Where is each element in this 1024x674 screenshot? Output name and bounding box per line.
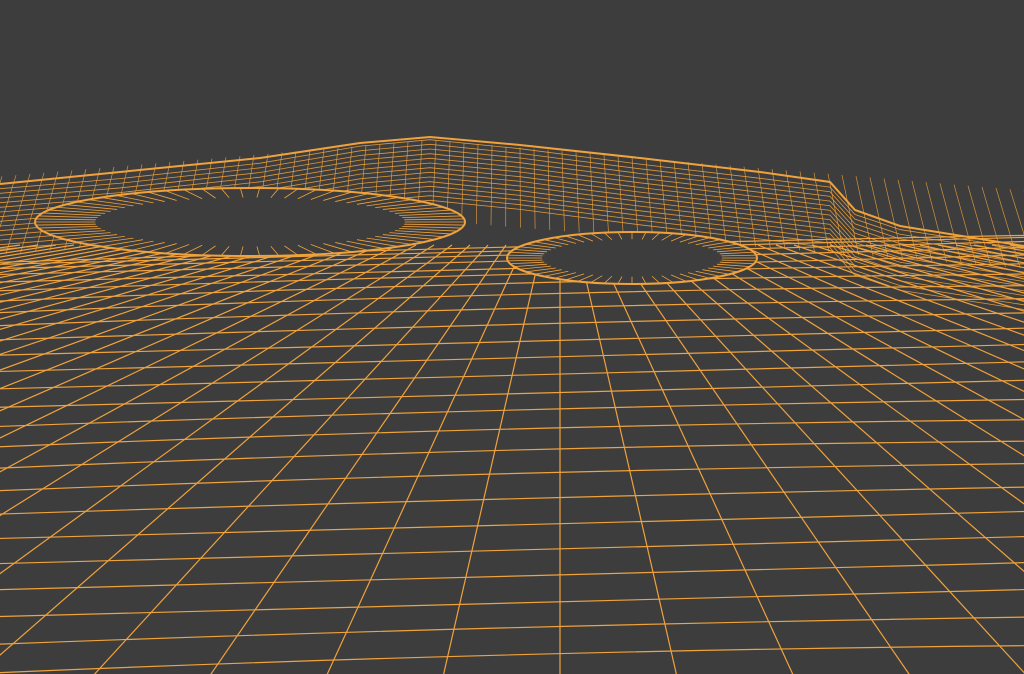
mesh-near-lines [0,234,1024,674]
ground-col-line [739,244,1024,370]
ground-col-line [919,244,1024,269]
ground-row-line [0,562,1024,591]
plateau-col-line [603,154,609,235]
plateau-col-line [715,164,727,245]
ground-row-line [0,645,1024,674]
ground-col-line [829,244,1024,303]
plateau-col-line [490,145,493,226]
ground-col-line [667,244,1024,505]
plateau-col-line [729,165,742,246]
ground-row-line [0,379,1024,408]
plateau-col-line [20,172,45,253]
large-crater [34,187,466,257]
ground-col-line [0,244,219,296]
plateau-col-line [461,142,465,223]
ground-row-line [0,588,1024,618]
ground-col-line [721,244,1024,393]
ground-col-line [703,244,1024,421]
ground-row-line [0,440,1024,469]
ground-col-line [937,244,1024,264]
ground-col-line [649,244,1024,573]
wireframe-mesh [0,135,1024,674]
ground-row-line [0,486,1024,515]
ground-row-line [0,463,1024,492]
small-crater [506,231,758,285]
ground-col-line [847,244,1024,294]
plateau-col-line [589,153,595,234]
ground-col-line [0,244,57,255]
ground-col-line [811,244,1024,312]
ground-col-line [577,244,677,674]
plateau-col-line [617,155,624,237]
ground-row-line [0,616,1024,645]
plateau-col-line [757,167,771,248]
ground-col-line [0,244,363,390]
plateau-col-line [687,161,698,242]
ground-col-line [0,244,381,412]
plateau-col-line [743,166,756,247]
3d-viewport[interactable] [0,0,1024,674]
crater-ring [34,187,466,257]
ground-col-line [0,244,111,265]
ground-row-line [0,510,1024,540]
plateau-col-line [631,157,639,238]
plateau-col-line [813,172,830,253]
ground-col-line [0,244,39,252]
ground-col-line [631,244,1024,674]
ground-row-line [0,536,1024,565]
ground-col-line [613,244,910,674]
ground-row-line [0,343,1024,373]
plateau-col-line [475,144,479,225]
plateau-col-line [5,173,31,255]
plateau-col-line [533,148,536,229]
ground-row-line [0,327,1024,356]
ground-col-line [865,244,1024,287]
plateau-col-line [575,152,580,233]
plateau-col-line [701,163,712,244]
plateau-col-line [883,178,903,259]
